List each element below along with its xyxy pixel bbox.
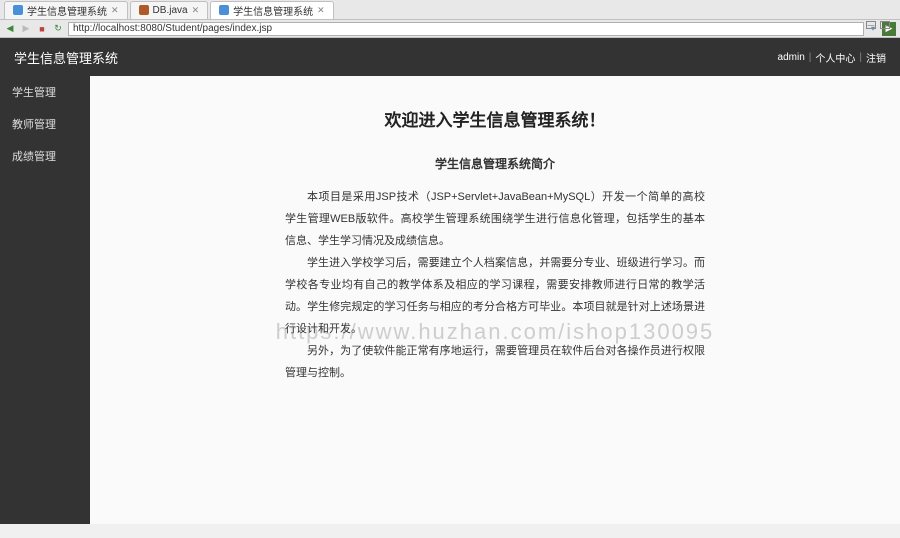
sidebar-item-grades[interactable]: 成绩管理 [0,140,90,172]
browser-tab-0[interactable]: 学生信息管理系统 ✕ [4,1,128,19]
separator: | [809,52,812,63]
page-title: 欢迎进入学生信息管理系统！ [210,106,780,131]
maximize-button[interactable]: □ [880,21,890,29]
intro-paragraph-1: 本项目是采用JSP技术（JSP+Servlet+JavaBean+MySQL）开… [285,186,705,252]
page-subtitle: 学生信息管理系统简介 [210,155,780,172]
close-icon[interactable]: ✕ [317,5,325,16]
page-content: 学生信息管理系统 admin | 个人中心 | 注销 学生管理 教师管理 成绩管… [0,38,900,524]
browser-tab-1[interactable]: DB.java ✕ [130,1,209,19]
close-icon[interactable]: ✕ [111,5,119,16]
sidebar-item-label: 教师管理 [12,119,56,131]
browser-tab-2[interactable]: 学生信息管理系统 ✕ [210,1,334,19]
main-panel: 欢迎进入学生信息管理系统！ 学生信息管理系统简介 本项目是采用JSP技术（JSP… [90,76,900,524]
minimize-button[interactable]: — [866,21,876,29]
intro-paragraph-3: 另外，为了使软件能正常有序地运行，需要管理员在软件后台对各操作员进行权限管理与控… [285,340,705,384]
close-icon[interactable]: ✕ [192,5,200,16]
window-controls: — □ [866,21,890,29]
logout-link[interactable]: 注销 [866,50,886,65]
app-header: 学生信息管理系统 admin | 个人中心 | 注销 [0,38,900,76]
page-icon [13,5,23,15]
sidebar-item-label: 成绩管理 [12,151,56,163]
stop-button[interactable]: ■ [36,23,48,35]
intro-paragraph-2: 学生进入学校学习后，需要建立个人档案信息，并需要分专业、班级进行学习。而学校各专… [285,252,705,340]
forward-button[interactable]: ▶ [20,23,32,35]
browser-tabstrip: 学生信息管理系统 ✕ DB.java ✕ 学生信息管理系统 ✕ [0,0,900,20]
java-icon [139,5,149,15]
sidebar-item-teachers[interactable]: 教师管理 [0,108,90,140]
tab-label: 学生信息管理系统 [27,3,107,18]
app-brand: 学生信息管理系统 [14,48,118,67]
sidebar-item-label: 学生管理 [12,87,56,99]
user-area: admin | 个人中心 | 注销 [778,50,886,65]
app-body: 学生管理 教师管理 成绩管理 欢迎进入学生信息管理系统！ 学生信息管理系统简介 … [0,76,900,524]
page-icon [219,5,229,15]
url-input[interactable] [68,22,864,36]
address-bar: ◀ ▶ ■ ↻ ▾ ▶ [0,20,900,38]
profile-link[interactable]: 个人中心 [815,50,855,65]
tab-label: 学生信息管理系统 [233,3,313,18]
sidebar-item-students[interactable]: 学生管理 [0,76,90,108]
username: admin [778,52,805,63]
refresh-button[interactable]: ↻ [52,23,64,35]
tab-label: DB.java [153,5,188,16]
back-button[interactable]: ◀ [4,23,16,35]
separator: | [859,52,862,63]
sidebar: 学生管理 教师管理 成绩管理 [0,76,90,524]
